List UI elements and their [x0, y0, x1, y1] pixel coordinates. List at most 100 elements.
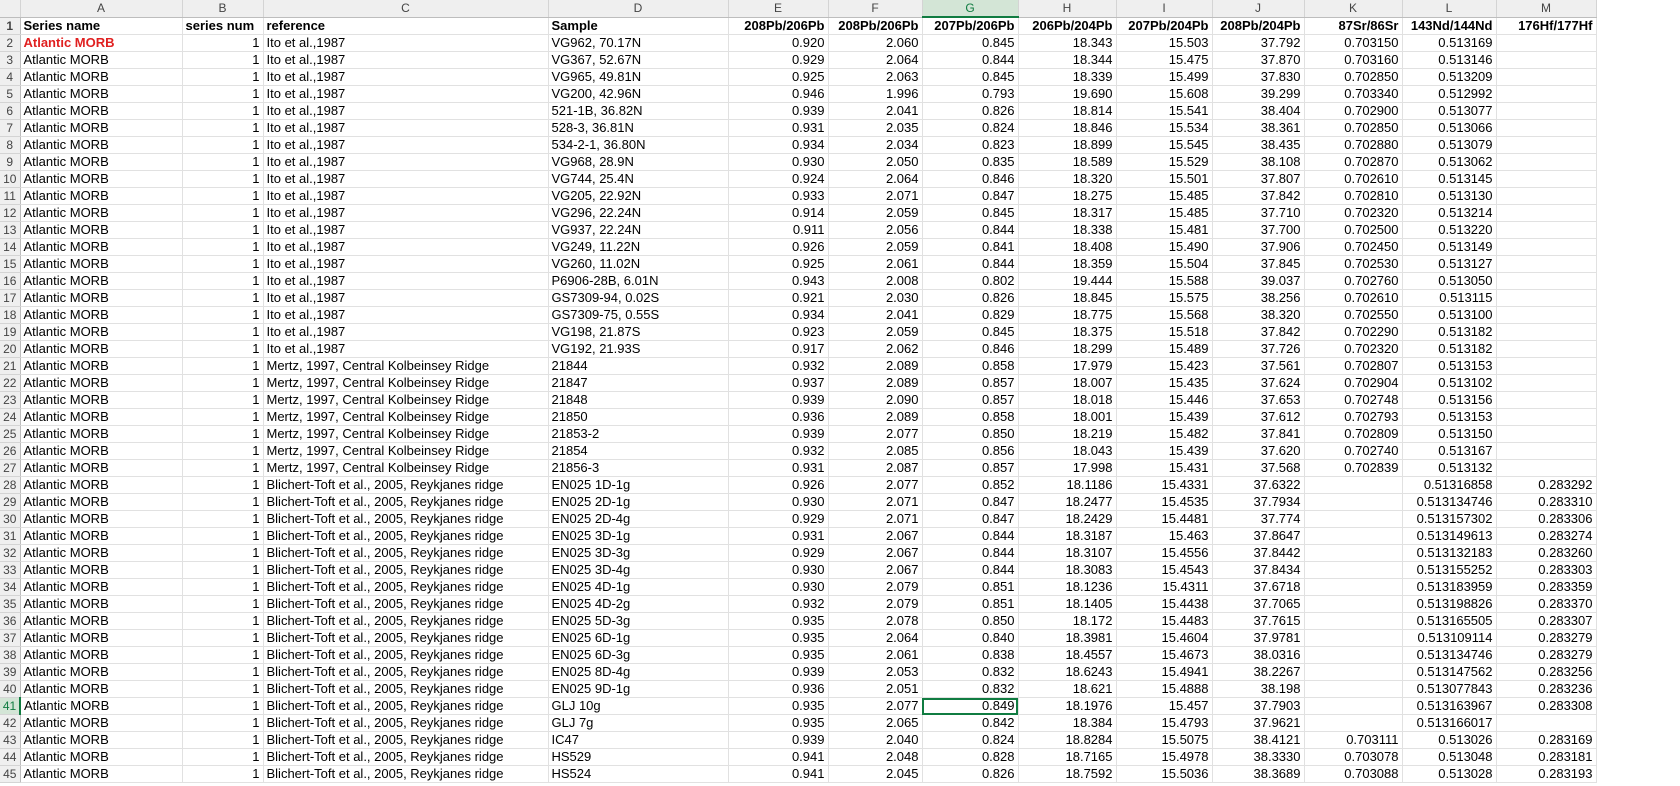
cell-m9[interactable] — [1496, 153, 1597, 171]
cell-a33[interactable]: Atlantic MORB — [20, 561, 183, 579]
cell-h30[interactable]: 18.2429 — [1018, 510, 1117, 528]
cell-e34[interactable]: 0.930 — [728, 578, 829, 596]
cell-l43[interactable]: 0.513026 — [1402, 731, 1497, 749]
cell-i9[interactable]: 15.529 — [1116, 153, 1213, 171]
column-header-g[interactable]: G — [922, 0, 1019, 18]
cell-k16[interactable]: 0.702760 — [1304, 272, 1403, 290]
cell-d6[interactable]: 521-1B, 36.82N — [548, 102, 729, 120]
cell-j15[interactable]: 37.845 — [1212, 255, 1305, 273]
cell-d4[interactable]: VG965, 49.81N — [548, 68, 729, 86]
cell-m14[interactable] — [1496, 238, 1597, 256]
cell-i40[interactable]: 15.4888 — [1116, 680, 1213, 698]
cell-a27[interactable]: Atlantic MORB — [20, 459, 183, 477]
cell-d17[interactable]: GS7309-94, 0.02S — [548, 289, 729, 307]
cell-i18[interactable]: 15.568 — [1116, 306, 1213, 324]
cell-f27[interactable]: 2.087 — [828, 459, 923, 477]
row-header-43[interactable]: 43 — [0, 731, 21, 749]
cell-c25[interactable]: Mertz, 1997, Central Kolbeinsey Ridge — [263, 425, 549, 443]
cell-g6[interactable]: 0.826 — [922, 102, 1019, 120]
cell-h22[interactable]: 18.007 — [1018, 374, 1117, 392]
cell-l37[interactable]: 0.513109114 — [1402, 629, 1497, 647]
cell-i16[interactable]: 15.588 — [1116, 272, 1213, 290]
cell-i39[interactable]: 15.4941 — [1116, 663, 1213, 681]
cell-e2[interactable]: 0.920 — [728, 34, 829, 52]
cell-h1[interactable]: 206Pb/204Pb — [1018, 17, 1117, 35]
cell-m22[interactable] — [1496, 374, 1597, 392]
cell-h12[interactable]: 18.317 — [1018, 204, 1117, 222]
cell-k4[interactable]: 0.702850 — [1304, 68, 1403, 86]
cell-d37[interactable]: EN025 6D-1g — [548, 629, 729, 647]
cell-f18[interactable]: 2.041 — [828, 306, 923, 324]
cell-g22[interactable]: 0.857 — [922, 374, 1019, 392]
cell-k7[interactable]: 0.702850 — [1304, 119, 1403, 137]
cell-i41[interactable]: 15.457 — [1116, 697, 1213, 715]
cell-j6[interactable]: 38.404 — [1212, 102, 1305, 120]
cell-j3[interactable]: 37.870 — [1212, 51, 1305, 69]
cell-a31[interactable]: Atlantic MORB — [20, 527, 183, 545]
cell-l38[interactable]: 0.513134746 — [1402, 646, 1497, 664]
cell-b22[interactable]: 1 — [182, 374, 264, 392]
cell-c9[interactable]: Ito et al.,1987 — [263, 153, 549, 171]
cell-b35[interactable]: 1 — [182, 595, 264, 613]
cell-m27[interactable] — [1496, 459, 1597, 477]
cell-i14[interactable]: 15.490 — [1116, 238, 1213, 256]
cell-j5[interactable]: 39.299 — [1212, 85, 1305, 103]
row-header-5[interactable]: 5 — [0, 85, 21, 103]
cell-b17[interactable]: 1 — [182, 289, 264, 307]
cell-d29[interactable]: EN025 2D-1g — [548, 493, 729, 511]
cell-m8[interactable] — [1496, 136, 1597, 154]
cell-l14[interactable]: 0.513149 — [1402, 238, 1497, 256]
cell-h38[interactable]: 18.4557 — [1018, 646, 1117, 664]
cell-l31[interactable]: 0.513149613 — [1402, 527, 1497, 545]
cell-a16[interactable]: Atlantic MORB — [20, 272, 183, 290]
cell-i2[interactable]: 15.503 — [1116, 34, 1213, 52]
cell-k6[interactable]: 0.702900 — [1304, 102, 1403, 120]
cell-j17[interactable]: 38.256 — [1212, 289, 1305, 307]
cell-l5[interactable]: 0.512992 — [1402, 85, 1497, 103]
cell-d9[interactable]: VG968, 28.9N — [548, 153, 729, 171]
cell-k1[interactable]: 87Sr/86Sr — [1304, 17, 1403, 35]
cell-h27[interactable]: 17.998 — [1018, 459, 1117, 477]
cell-m41[interactable]: 0.283308 — [1496, 697, 1597, 715]
cell-i4[interactable]: 15.499 — [1116, 68, 1213, 86]
row-header-2[interactable]: 2 — [0, 34, 21, 52]
cell-c19[interactable]: Ito et al.,1987 — [263, 323, 549, 341]
cell-d33[interactable]: EN025 3D-4g — [548, 561, 729, 579]
row-header-35[interactable]: 35 — [0, 595, 21, 613]
cell-e17[interactable]: 0.921 — [728, 289, 829, 307]
cell-j26[interactable]: 37.620 — [1212, 442, 1305, 460]
cell-d5[interactable]: VG200, 42.96N — [548, 85, 729, 103]
cell-e40[interactable]: 0.936 — [728, 680, 829, 698]
cell-a21[interactable]: Atlantic MORB — [20, 357, 183, 375]
cell-b12[interactable]: 1 — [182, 204, 264, 222]
cell-a38[interactable]: Atlantic MORB — [20, 646, 183, 664]
cell-d7[interactable]: 528-3, 36.81N — [548, 119, 729, 137]
column-header-m[interactable]: M — [1496, 0, 1597, 18]
cell-g28[interactable]: 0.852 — [922, 476, 1019, 494]
cell-f8[interactable]: 2.034 — [828, 136, 923, 154]
cell-d34[interactable]: EN025 4D-1g — [548, 578, 729, 596]
cell-m33[interactable]: 0.283303 — [1496, 561, 1597, 579]
cell-j37[interactable]: 37.9781 — [1212, 629, 1305, 647]
cell-a14[interactable]: Atlantic MORB — [20, 238, 183, 256]
cell-h17[interactable]: 18.845 — [1018, 289, 1117, 307]
cell-k24[interactable]: 0.702793 — [1304, 408, 1403, 426]
column-header-a[interactable]: A — [20, 0, 183, 18]
cell-h33[interactable]: 18.3083 — [1018, 561, 1117, 579]
cell-e14[interactable]: 0.926 — [728, 238, 829, 256]
cell-i29[interactable]: 15.4535 — [1116, 493, 1213, 511]
cell-f25[interactable]: 2.077 — [828, 425, 923, 443]
cell-b11[interactable]: 1 — [182, 187, 264, 205]
cell-h35[interactable]: 18.1405 — [1018, 595, 1117, 613]
cell-g39[interactable]: 0.832 — [922, 663, 1019, 681]
cell-l33[interactable]: 0.513155252 — [1402, 561, 1497, 579]
cell-g9[interactable]: 0.835 — [922, 153, 1019, 171]
cell-j2[interactable]: 37.792 — [1212, 34, 1305, 52]
cell-k44[interactable]: 0.703078 — [1304, 748, 1403, 766]
cell-m24[interactable] — [1496, 408, 1597, 426]
cell-g40[interactable]: 0.832 — [922, 680, 1019, 698]
cell-l3[interactable]: 0.513146 — [1402, 51, 1497, 69]
cell-f38[interactable]: 2.061 — [828, 646, 923, 664]
cell-c40[interactable]: Blichert-Toft et al., 2005, Reykjanes ri… — [263, 680, 549, 698]
cell-h21[interactable]: 17.979 — [1018, 357, 1117, 375]
